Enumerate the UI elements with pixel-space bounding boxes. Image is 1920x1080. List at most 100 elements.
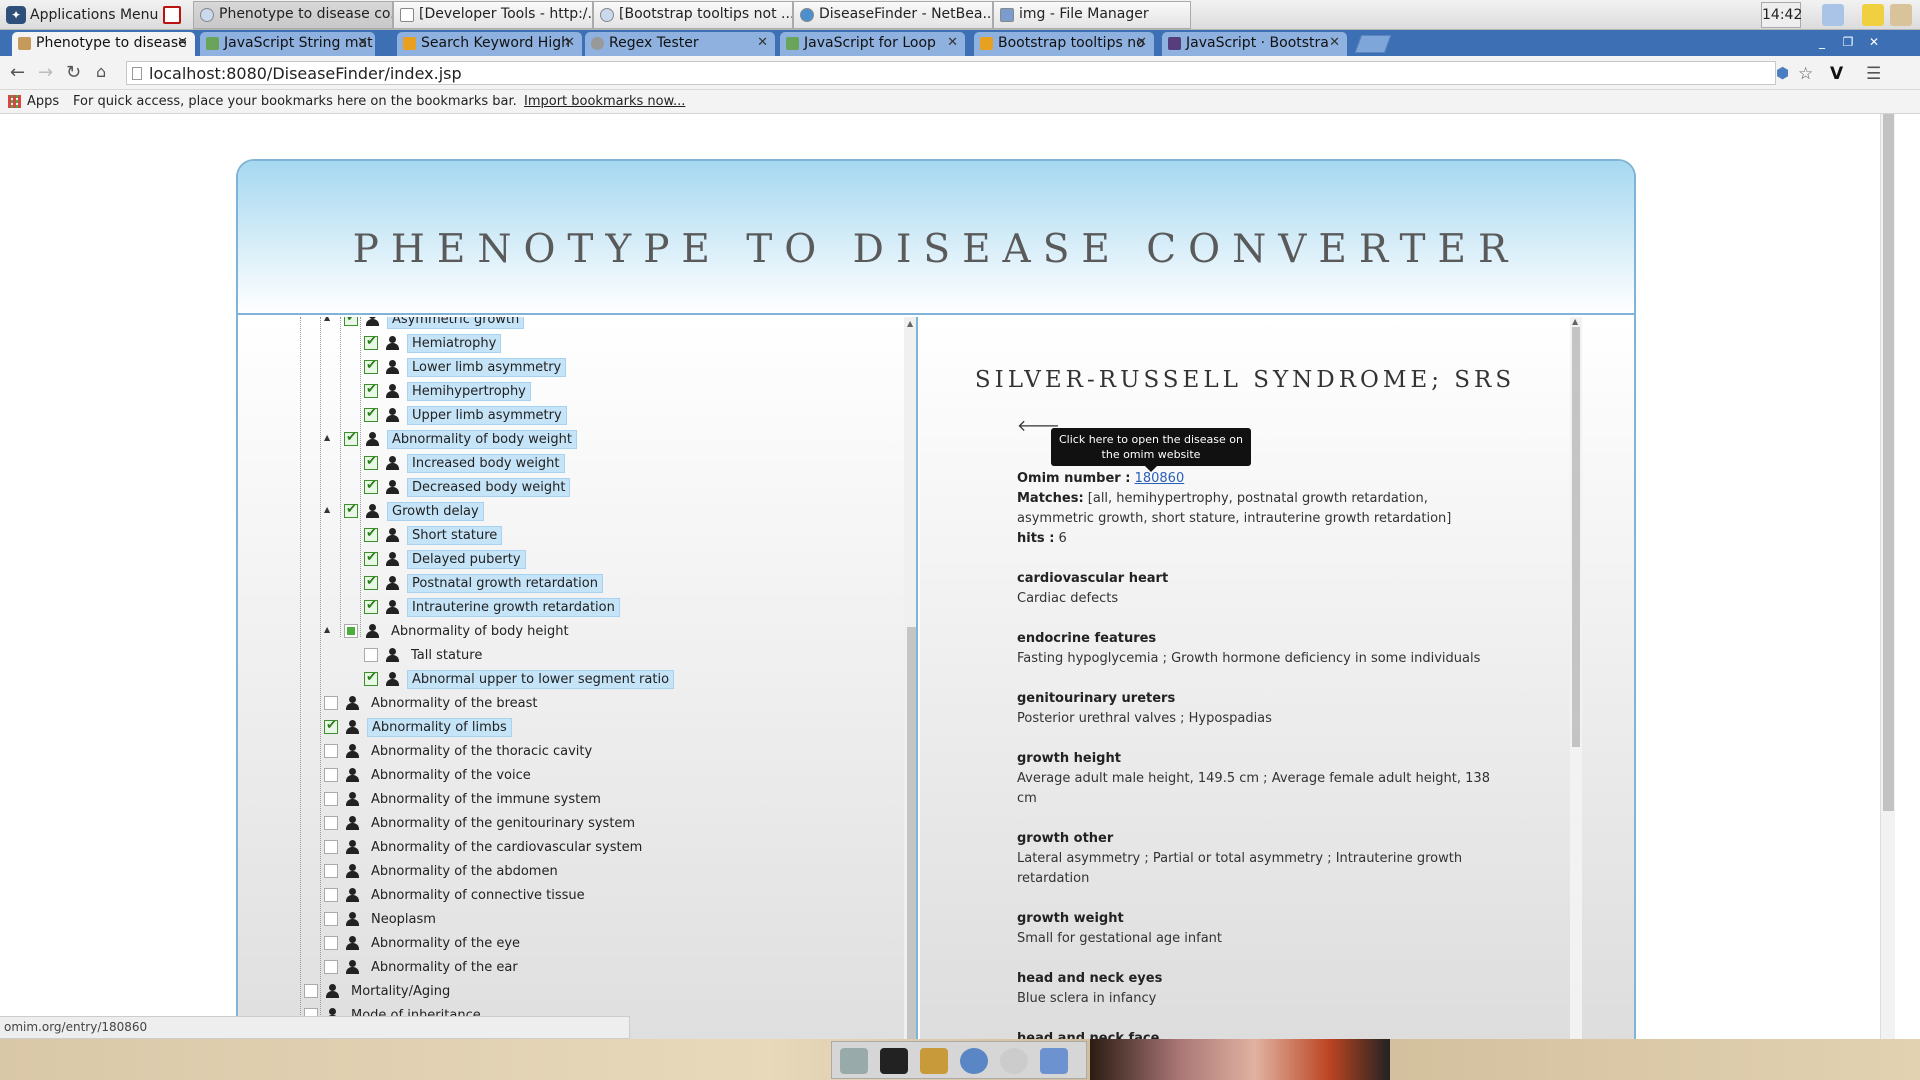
tree-node-label[interactable]: Abnormality of limbs <box>367 717 512 737</box>
tree-checkbox[interactable] <box>344 624 358 638</box>
new-tab-button[interactable] <box>1354 35 1392 53</box>
tree-node[interactable]: Tall stature <box>364 645 486 665</box>
tree-node[interactable]: Abnormality of the voice <box>324 765 535 785</box>
tree-node-label[interactable]: Asymmetric growth <box>387 317 525 329</box>
page-scrollbar-thumb[interactable] <box>1883 114 1894 811</box>
tree-node[interactable]: Abnormality of the abdomen <box>324 861 562 881</box>
tab-phenotype[interactable]: Phenotype to disease ✕ <box>12 32 195 56</box>
tree-node[interactable]: Short stature <box>364 525 503 545</box>
back-icon[interactable]: ← <box>10 62 25 83</box>
tree-node-label[interactable]: Abnormality of the abdomen <box>367 863 562 880</box>
clock[interactable]: 14:42 <box>1761 2 1802 28</box>
tree-node-label[interactable]: Abnormality of the thoracic cavity <box>367 743 596 760</box>
tree-checkbox[interactable] <box>364 648 378 662</box>
extension-icon[interactable]: V <box>1830 64 1843 84</box>
app-finder-icon[interactable] <box>1000 1048 1028 1074</box>
close-tab-icon[interactable]: ✕ <box>1136 35 1147 50</box>
tree-node-label[interactable]: Abnormality of the eye <box>367 935 524 952</box>
tree-checkbox[interactable] <box>324 936 338 950</box>
tree-checkbox[interactable] <box>364 526 378 542</box>
web-browser-icon[interactable] <box>960 1048 988 1074</box>
applications-menu-button[interactable]: ✦ Applications Menu <box>6 4 158 26</box>
pdf-launcher-icon[interactable] <box>163 6 181 24</box>
address-bar[interactable]: localhost:8080/DiseaseFinder/index.jsp <box>126 61 1776 85</box>
tree-checkbox[interactable] <box>324 960 338 974</box>
tree-node-label[interactable]: Intrauterine growth retardation <box>407 597 620 617</box>
phenotype-tree-panel[interactable]: Asymmetric growth ▲ Hemiatrophy Lower limb … <box>238 317 918 1039</box>
tree-checkbox[interactable] <box>324 792 338 806</box>
tree-checkbox[interactable] <box>324 888 338 902</box>
tree-checkbox[interactable] <box>344 502 358 518</box>
tree-node[interactable]: Abnormality of body height <box>344 621 573 641</box>
tree-node[interactable]: Abnormality of the ear <box>324 957 522 977</box>
detail-scrollbar-thumb[interactable] <box>1572 327 1580 747</box>
collapse-toggle-icon[interactable]: ▲ <box>324 433 330 442</box>
collapse-toggle-icon[interactable]: ▲ <box>324 317 330 322</box>
tree-node[interactable]: Hemiatrophy <box>364 333 502 353</box>
close-tab-icon[interactable]: ✕ <box>357 35 368 50</box>
tree-node-label[interactable]: Increased body weight <box>407 453 565 473</box>
tree-node[interactable]: Increased body weight <box>364 453 565 473</box>
chrome-menu-icon[interactable]: ☰ <box>1866 64 1881 84</box>
tab-js-string[interactable]: JavaScript String mat ✕ <box>200 32 375 56</box>
tree-node[interactable]: Asymmetric growth <box>344 317 525 329</box>
file-manager-icon[interactable] <box>920 1048 948 1074</box>
shield-extension-icon[interactable]: ⬢ <box>1776 64 1789 82</box>
terminal-icon[interactable] <box>880 1048 908 1074</box>
maximize-icon[interactable]: ❐ <box>1840 36 1856 49</box>
tree-node-label[interactable]: Abnormality of the breast <box>367 695 542 712</box>
tree-node-label[interactable]: Growth delay <box>387 501 484 521</box>
detail-scrollbar[interactable]: ▲ <box>1570 317 1582 1039</box>
tree-node-label[interactable]: Abnormality of the ear <box>367 959 522 976</box>
tree-node[interactable]: Abnormality of the breast <box>324 693 542 713</box>
tree-node-label[interactable]: Lower limb asymmetry <box>407 357 567 377</box>
reload-icon[interactable]: ↻ <box>66 62 81 83</box>
tree-node[interactable]: Neoplasm <box>324 909 440 929</box>
tree-checkbox[interactable] <box>364 358 378 374</box>
folder-icon[interactable] <box>1040 1048 1068 1074</box>
tree-checkbox[interactable] <box>364 670 378 686</box>
tree-node-label[interactable]: Mortality/Aging <box>347 983 454 1000</box>
tree-node-label[interactable]: Upper limb asymmetry <box>407 405 567 425</box>
task-bootstrap[interactable]: [Bootstrap tooltips not ... <box>593 1 793 29</box>
tree-node-label[interactable]: Hemiatrophy <box>407 333 502 353</box>
tree-node[interactable]: Abnormality of the cardiovascular system <box>324 837 646 857</box>
close-tab-icon[interactable]: ✕ <box>757 35 768 50</box>
close-tab-icon[interactable]: ✕ <box>177 35 188 50</box>
tree-node[interactable]: Abnormality of the eye <box>324 933 524 953</box>
omim-number-link[interactable]: 180860 <box>1135 471 1185 486</box>
tree-checkbox[interactable] <box>324 696 338 710</box>
tree-checkbox[interactable] <box>364 478 378 494</box>
tree-node-label[interactable]: Abnormality of the immune system <box>367 791 605 808</box>
scroll-up-icon[interactable]: ▲ <box>1572 317 1578 326</box>
page-scrollbar[interactable] <box>1880 114 1895 1039</box>
tree-checkbox[interactable] <box>324 864 338 878</box>
forward-icon[interactable]: → <box>38 62 53 83</box>
disease-detail-panel[interactable]: SILVER-RUSSELL SYNDROME; SRS 🡐 Click her… <box>920 317 1634 1039</box>
tree-node-label[interactable]: Abnormality of connective tissue <box>367 887 589 904</box>
tree-checkbox[interactable] <box>324 744 338 758</box>
tab-js-bootstrap[interactable]: JavaScript · Bootstra ✕ <box>1162 32 1347 56</box>
close-tab-icon[interactable]: ✕ <box>1329 35 1340 50</box>
tree-checkbox[interactable] <box>364 382 378 398</box>
tree-node-label[interactable]: Abnormality of body height <box>387 623 573 640</box>
tree-node[interactable]: Postnatal growth retardation <box>364 573 603 593</box>
show-desktop-icon[interactable] <box>840 1048 868 1074</box>
tree-node-label[interactable]: Abnormality of the voice <box>367 767 535 784</box>
tree-checkbox[interactable] <box>364 598 378 614</box>
tree-node-label[interactable]: Short stature <box>407 525 503 545</box>
tab-regex-tester[interactable]: Regex Tester ✕ <box>585 32 775 56</box>
home-icon[interactable]: ⌂ <box>96 62 106 81</box>
tree-node[interactable]: Abnormality of the immune system <box>324 789 605 809</box>
tree-node-label[interactable]: Postnatal growth retardation <box>407 573 603 593</box>
tab-js-for-loop[interactable]: JavaScript for Loop ✕ <box>780 32 965 56</box>
tree-node[interactable]: Growth delay <box>344 501 484 521</box>
tree-node[interactable]: Delayed puberty <box>364 549 526 569</box>
notes-icon[interactable] <box>1862 4 1884 26</box>
tree-node-label[interactable]: Decreased body weight <box>407 477 571 497</box>
tree-node[interactable]: Abnormality of the genitourinary system <box>324 813 639 833</box>
task-phenotype[interactable]: Phenotype to disease co... <box>193 1 393 29</box>
bookmark-star-icon[interactable]: ☆ <box>1798 64 1813 84</box>
network-icon[interactable] <box>1822 4 1844 26</box>
tree-checkbox[interactable] <box>364 574 378 590</box>
